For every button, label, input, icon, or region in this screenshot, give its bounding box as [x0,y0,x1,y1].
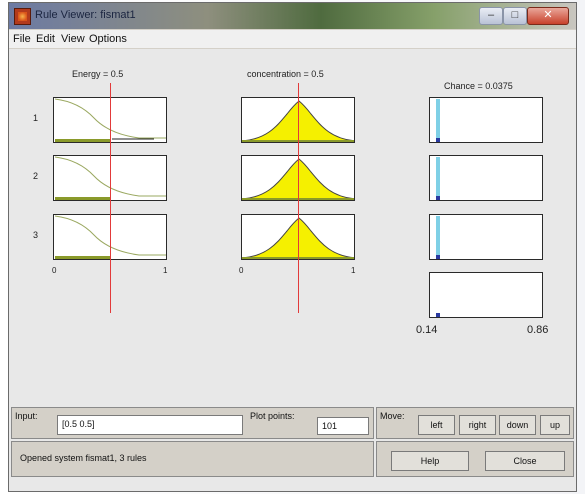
close-button[interactable]: Close [485,451,565,471]
output-mf-bar [436,216,440,259]
menu-options[interactable]: Options [89,33,127,45]
input2-axis-max: 1 [351,266,356,275]
move-right-button[interactable]: right [459,415,496,435]
maximize-button[interactable]: □ [503,7,527,25]
status-message: Opened system fismat1, 3 rules [20,453,147,463]
output-axis-max: 0.86 [527,324,549,336]
rule-viewer-window: Rule Viewer: fismat1 – □ ✕ File Edit Vie… [8,2,577,492]
menu-edit[interactable]: Edit [36,33,55,45]
window-title: Rule Viewer: fismat1 [35,9,136,21]
output-label: Chance = 0.0375 [444,81,513,91]
input2-label: concentration = 0.5 [247,69,324,79]
menu-file[interactable]: File [13,33,31,45]
input-label: Input: [15,411,38,421]
output-mf-bar [436,157,440,200]
rule-viewer-area: Energy = 0.5 concentration = 0.5 Chance … [9,49,576,491]
input2-axis-min: 0 [239,266,244,275]
minimize-button[interactable]: – [479,7,503,25]
output-mf-bar [436,99,440,142]
input-vector-field[interactable]: [0.5 0.5] [57,415,243,435]
plot-points-field[interactable]: 101 [317,417,369,435]
move-down-button[interactable]: down [499,415,536,435]
title-bar: Rule Viewer: fismat1 – □ ✕ [9,3,576,29]
move-label: Move: [380,411,405,421]
rule-number: 2 [33,171,39,181]
input1-axis-min: 0 [52,266,57,275]
rule-number: 3 [33,230,39,240]
aggregated-output-plot[interactable] [429,272,543,318]
input1-axis-max: 1 [163,266,168,275]
input1-label: Energy = 0.5 [72,69,124,79]
close-window-button[interactable]: ✕ [527,7,569,25]
output-axis-min: 0.14 [416,324,438,336]
input1-value-line[interactable] [110,83,111,313]
plot-points-label: Plot points: [250,411,295,421]
rule2-output-plot[interactable] [429,155,543,201]
move-panel: Move: left right down up [376,407,574,439]
status-panel: Opened system fismat1, 3 rules [11,441,374,477]
input2-value-line[interactable] [298,83,299,313]
aggregated-output-bar [436,313,440,317]
rule1-output-plot[interactable] [429,97,543,143]
move-up-button[interactable]: up [540,415,570,435]
matlab-icon [14,8,31,25]
help-button[interactable]: Help [391,451,469,471]
menu-bar: File Edit View Options [9,30,576,48]
rule-number: 1 [33,113,39,123]
action-panel: Help Close [376,441,574,477]
menu-view[interactable]: View [61,33,85,45]
input-panel: Input: [0.5 0.5] Plot points: 101 [11,407,374,439]
rule3-output-plot[interactable] [429,214,543,260]
move-left-button[interactable]: left [418,415,455,435]
